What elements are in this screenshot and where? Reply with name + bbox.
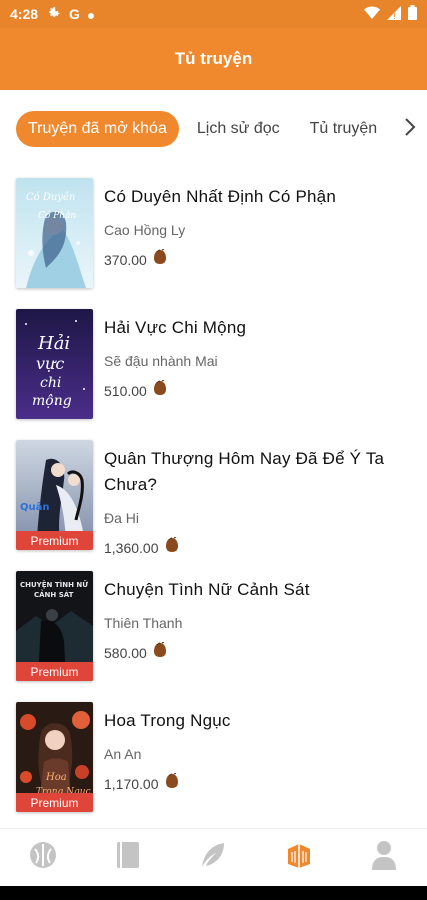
list-item[interactable]: Hải vực chi mộng Hải Vực Chi Mộng Sẽ đậu… bbox=[0, 301, 427, 432]
coin-icon bbox=[165, 772, 179, 794]
coin-icon bbox=[153, 379, 167, 401]
svg-text:Quân: Quân bbox=[20, 501, 50, 513]
svg-text:Hoa: Hoa bbox=[45, 772, 67, 783]
svg-text:mộng: mộng bbox=[32, 393, 72, 409]
nav-explore[interactable] bbox=[19, 834, 67, 882]
book-price: 370.00 bbox=[104, 251, 147, 268]
google-icon: G bbox=[69, 6, 80, 22]
system-navigation-bar bbox=[0, 886, 427, 900]
explore-icon bbox=[28, 840, 58, 875]
book-list: Có Duyên Có Phận Có Duyên Nhất Định Có P… bbox=[0, 170, 427, 825]
settings-icon bbox=[46, 5, 61, 23]
svg-text:vực: vực bbox=[36, 354, 64, 373]
book-title: Quân Thượng Hôm Nay Đã Để Ý Ta Chưa? bbox=[104, 449, 385, 494]
book-author: Sẽ đậu nhành Mai bbox=[104, 353, 218, 369]
premium-badge: Premium bbox=[16, 531, 93, 550]
tab-unlocked-stories[interactable]: Truyện đã mở khóa bbox=[16, 111, 179, 147]
coin-icon bbox=[165, 536, 179, 558]
dot-icon bbox=[87, 6, 94, 22]
book-cover[interactable]: Có Duyên Có Phận bbox=[16, 178, 93, 288]
svg-text:CHUYỆN TÌNH NỮ: CHUYỆN TÌNH NỮ bbox=[20, 580, 88, 589]
book-title: Chuyện Tình Nữ Cảnh Sát bbox=[104, 580, 310, 599]
wifi-icon bbox=[364, 6, 380, 23]
tab-bar: Truyện đã mở khóa Lịch sử đọc Tủ truyện bbox=[0, 108, 427, 150]
app-bar: Tủ truyện bbox=[0, 28, 427, 90]
book-cover[interactable]: Hoa Trong Ngục Premium bbox=[16, 702, 93, 812]
book-title: Hoa Trong Ngục bbox=[104, 711, 231, 730]
nav-library[interactable] bbox=[104, 834, 152, 882]
tab-bookshelf[interactable]: Tủ truyện bbox=[298, 111, 390, 147]
nav-bookshelf[interactable] bbox=[275, 834, 323, 882]
signal-icon: ! bbox=[387, 5, 401, 23]
book-title: Hải Vực Chi Mộng bbox=[104, 318, 247, 337]
premium-badge: Premium bbox=[16, 662, 93, 681]
book-price: 1,170.00 bbox=[104, 775, 159, 792]
book-author: Thiên Thanh bbox=[104, 615, 183, 631]
nav-write[interactable] bbox=[189, 834, 237, 882]
bookshelf-icon bbox=[284, 840, 314, 875]
book-cover[interactable]: Quân Premium bbox=[16, 440, 93, 550]
svg-text:!: ! bbox=[393, 12, 396, 20]
page-title: Tủ truyện bbox=[174, 49, 253, 68]
premium-badge: Premium bbox=[16, 793, 93, 812]
book-author: Đa Hi bbox=[104, 510, 140, 526]
list-item[interactable]: CHUYỆN TÌNH NỮ CẢNH SÁT Premium Chuyện T… bbox=[0, 563, 427, 694]
book-price: 1,360.00 bbox=[104, 539, 159, 556]
book-cover[interactable]: Hải vực chi mộng bbox=[16, 309, 93, 419]
profile-icon bbox=[371, 840, 397, 875]
tabs-scroll-right-button[interactable] bbox=[393, 108, 427, 150]
svg-text:CẢNH SÁT: CẢNH SÁT bbox=[34, 589, 74, 599]
bottom-navigation bbox=[0, 828, 427, 886]
book-title: Có Duyên Nhất Định Có Phận bbox=[104, 187, 336, 206]
book-price: 580.00 bbox=[104, 644, 147, 661]
list-item[interactable]: Có Duyên Có Phận Có Duyên Nhất Định Có P… bbox=[0, 170, 427, 301]
svg-text:chi: chi bbox=[40, 375, 61, 391]
feather-icon bbox=[198, 840, 228, 875]
coin-icon bbox=[153, 248, 167, 270]
svg-text:Có Phận: Có Phận bbox=[38, 210, 76, 221]
book-icon bbox=[116, 841, 140, 874]
chevron-right-icon bbox=[404, 117, 416, 141]
list-item[interactable]: Hoa Trong Ngục Premium Hoa Trong Ngục An… bbox=[0, 694, 427, 825]
svg-text:Hải: Hải bbox=[37, 333, 70, 354]
book-author: Cao Hồng Ly bbox=[104, 222, 186, 238]
nav-profile[interactable] bbox=[360, 834, 408, 882]
status-time: 4:28 bbox=[10, 6, 39, 22]
list-item[interactable]: Quân Premium Quân Thượng Hôm Nay Đã Để Ý… bbox=[0, 432, 427, 563]
svg-text:Có Duyên: Có Duyên bbox=[26, 192, 75, 203]
tab-reading-history[interactable]: Lịch sử đọc bbox=[185, 111, 292, 147]
book-cover[interactable]: CHUYỆN TÌNH NỮ CẢNH SÁT Premium bbox=[16, 571, 93, 681]
status-bar: 4:28 G ! bbox=[0, 0, 427, 28]
coin-icon bbox=[153, 641, 167, 663]
book-price: 510.00 bbox=[104, 382, 147, 399]
battery-icon bbox=[408, 5, 417, 23]
book-author: An An bbox=[104, 746, 142, 762]
